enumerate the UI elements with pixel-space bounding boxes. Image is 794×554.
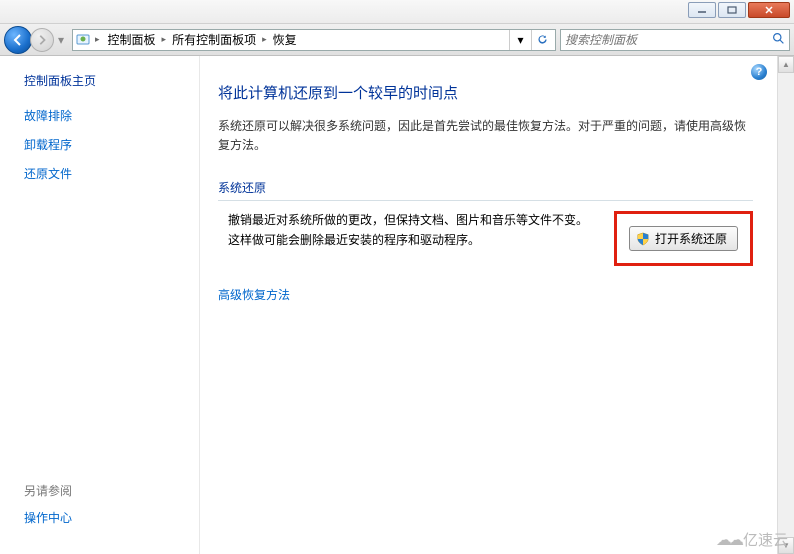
control-panel-icon — [75, 32, 91, 48]
navigation-toolbar: ▾ ▸ 控制面板 ▸ 所有控制面板项 ▸ 恢复 ▾ — [0, 24, 794, 56]
sidebar: 控制面板主页 故障排除 卸载程序 还原文件 另请参阅 操作中心 — [0, 56, 200, 554]
chevron-right-icon: ▸ — [162, 34, 167, 45]
scroll-down-button[interactable]: ▼ — [778, 537, 794, 554]
intro-text: 系统还原可以解决很多系统问题，因此是首先尝试的最佳恢复方法。对于严重的问题，请使… — [218, 117, 753, 155]
vertical-scrollbar[interactable]: ▲ ▼ — [777, 56, 794, 554]
sidebar-link-uninstall[interactable]: 卸载程序 — [24, 136, 191, 153]
see-also-action-center[interactable]: 操作中心 — [24, 509, 191, 526]
system-restore-description: 撤销最近对系统所做的更改，但保持文档、图片和音乐等文件不变。这样做可能会删除最近… — [218, 211, 596, 249]
content-pane: ? 将此计算机还原到一个较早的时间点 系统还原可以解决很多系统问题，因此是首先尝… — [200, 56, 777, 554]
close-button[interactable] — [748, 2, 790, 18]
nav-history-dropdown[interactable]: ▾ — [54, 30, 68, 50]
see-also-heading: 另请参阅 — [24, 482, 191, 499]
open-system-restore-button[interactable]: 打开系统还原 — [629, 226, 738, 251]
nav-buttons: ▾ — [4, 26, 68, 54]
maximize-button[interactable] — [718, 2, 746, 18]
back-button[interactable] — [4, 26, 32, 54]
chevron-right-icon: ▸ — [95, 34, 100, 45]
page-title: 将此计算机还原到一个较早的时间点 — [218, 82, 753, 103]
breadcrumb-item[interactable]: 恢复 — [269, 29, 301, 50]
address-dropdown[interactable]: ▾ — [509, 30, 531, 50]
open-system-restore-label: 打开系统还原 — [655, 230, 727, 247]
refresh-button[interactable] — [531, 30, 553, 50]
sidebar-link-troubleshoot[interactable]: 故障排除 — [24, 107, 191, 124]
scroll-up-button[interactable]: ▲ — [778, 56, 794, 73]
search-icon — [772, 32, 785, 48]
minimize-button[interactable] — [688, 2, 716, 18]
chevron-right-icon: ▸ — [262, 34, 267, 45]
address-bar[interactable]: ▸ 控制面板 ▸ 所有控制面板项 ▸ 恢复 ▾ — [72, 29, 556, 51]
help-icon[interactable]: ? — [751, 64, 767, 80]
section-header-system-restore: 系统还原 — [218, 179, 753, 201]
sidebar-link-restore-files[interactable]: 还原文件 — [24, 165, 191, 182]
window-titlebar — [0, 0, 794, 24]
breadcrumb: 控制面板 ▸ 所有控制面板项 ▸ 恢复 — [104, 29, 301, 50]
highlight-box: 打开系统还原 — [614, 211, 753, 266]
breadcrumb-item[interactable]: 控制面板 — [104, 29, 160, 50]
scroll-track[interactable] — [778, 73, 794, 537]
sidebar-title[interactable]: 控制面板主页 — [24, 72, 191, 89]
system-restore-row: 撤销最近对系统所做的更改，但保持文档、图片和音乐等文件不变。这样做可能会删除最近… — [218, 211, 753, 266]
breadcrumb-item[interactable]: 所有控制面板项 — [168, 29, 260, 50]
advanced-recovery-link[interactable]: 高级恢复方法 — [218, 286, 753, 303]
search-box[interactable] — [560, 29, 790, 51]
forward-button[interactable] — [30, 28, 54, 52]
shield-icon — [636, 232, 650, 246]
search-input[interactable] — [565, 33, 772, 47]
main-area: 控制面板主页 故障排除 卸载程序 还原文件 另请参阅 操作中心 ? 将此计算机还… — [0, 56, 794, 554]
